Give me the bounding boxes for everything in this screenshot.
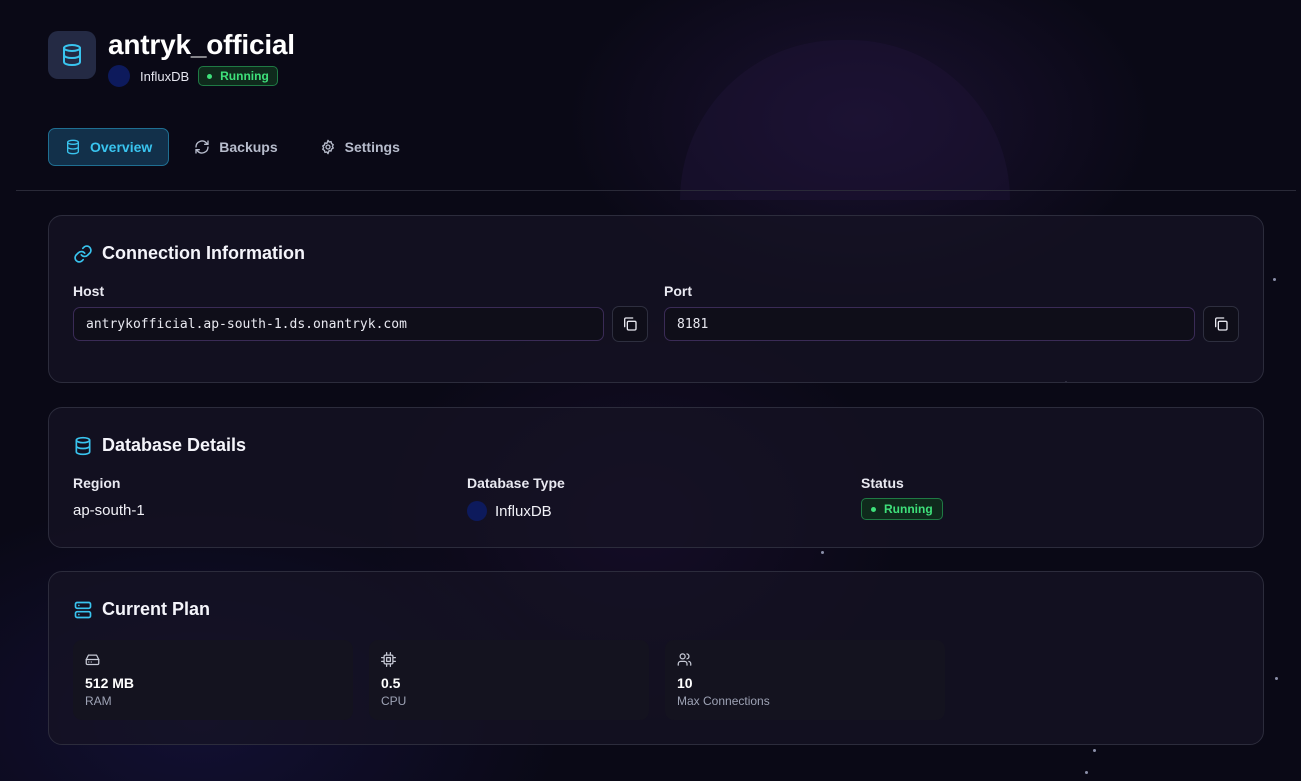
status-dot-icon [207, 73, 213, 79]
header-divider [16, 190, 1296, 191]
database-type-value: InfluxDB [467, 501, 552, 521]
background-star [1085, 771, 1088, 774]
plan-ram-value: 512 MB [85, 675, 135, 691]
database-icon [75, 436, 91, 455]
database-type: InfluxDB [140, 68, 190, 84]
status-badge: Running [861, 498, 943, 520]
database-header: antryk_official InfluxDB Running [48, 29, 648, 91]
current-plan-card: Current Plan 512 MB RAM 0.5 CPU 10 Max C… [48, 571, 1264, 745]
database-icon [63, 44, 81, 66]
gear-icon [321, 139, 334, 155]
database-details-card: Database Details Region ap-south-1 Datab… [48, 407, 1264, 548]
plan-cpu-value: 0.5 [381, 675, 401, 691]
tab-settings-label: Settings [344, 139, 400, 155]
background-glow [680, 40, 1010, 200]
refresh-icon [195, 140, 209, 154]
server-icon [74, 601, 92, 618]
users-icon [677, 653, 692, 666]
link-icon [74, 244, 92, 263]
page: antryk_official InfluxDB Running Overvie… [0, 0, 1301, 781]
copy-icon [1215, 317, 1228, 331]
tab-backups[interactable]: Backups [177, 128, 294, 166]
plan-cpu-label: CPU [381, 694, 407, 708]
influxdb-logo-icon [467, 501, 487, 521]
background-star [1273, 278, 1276, 281]
tab-overview[interactable]: Overview [48, 128, 170, 166]
database-icon [67, 139, 79, 155]
hard-drive-icon [85, 654, 100, 666]
plan-connections-label: Max Connections [677, 694, 770, 708]
connection-card-title-text: Connection Information [102, 243, 305, 263]
background-star [821, 551, 824, 554]
region-value: ap-south-1 [73, 502, 145, 519]
copy-port-button[interactable] [1203, 306, 1239, 342]
plan-ram-tile: 512 MB RAM [73, 640, 353, 720]
port-field[interactable]: 8181 [664, 307, 1195, 341]
region-label: Region [73, 475, 121, 491]
copy-host-button[interactable] [612, 306, 648, 342]
influxdb-logo-icon [108, 65, 130, 87]
database-type-label: Database Type [467, 475, 565, 491]
background-star [1093, 749, 1096, 752]
copy-icon [624, 317, 637, 331]
plan-connections-tile: 10 Max Connections [665, 640, 945, 720]
database-meta: InfluxDB Running [108, 65, 278, 87]
database-avatar [48, 31, 96, 79]
status-badge-label: Running [884, 502, 933, 516]
status-badge: Running [198, 66, 278, 86]
status-dot-icon [871, 506, 876, 512]
host-label: Host [73, 283, 105, 299]
tab-settings[interactable]: Settings [303, 128, 417, 166]
page-title: antryk_official [108, 29, 295, 60]
current-plan-card-title-text: Current Plan [102, 599, 211, 619]
plan-connections-value: 10 [677, 675, 693, 691]
connection-card-title: Connection Information [73, 243, 305, 264]
tab-overview-label: Overview [90, 139, 153, 155]
background-star [1275, 677, 1278, 680]
database-type-text: InfluxDB [495, 502, 552, 520]
status-label: Status [861, 475, 904, 491]
tab-backups-label: Backups [219, 139, 278, 155]
database-details-card-title: Database Details [73, 435, 246, 456]
database-details-card-title-text: Database Details [102, 435, 247, 455]
tab-bar: Overview Backups Settings [48, 128, 425, 166]
host-field[interactable]: antrykofficial.ap-south-1.ds.onantryk.co… [73, 307, 604, 341]
cpu-icon [381, 652, 396, 667]
status-badge-label: Running [220, 69, 269, 83]
connection-card: Connection Information Host antrykoffici… [48, 215, 1264, 383]
current-plan-card-title: Current Plan [73, 599, 210, 620]
plan-ram-label: RAM [85, 694, 112, 708]
port-label: Port [664, 283, 692, 299]
plan-cpu-tile: 0.5 CPU [369, 640, 649, 720]
